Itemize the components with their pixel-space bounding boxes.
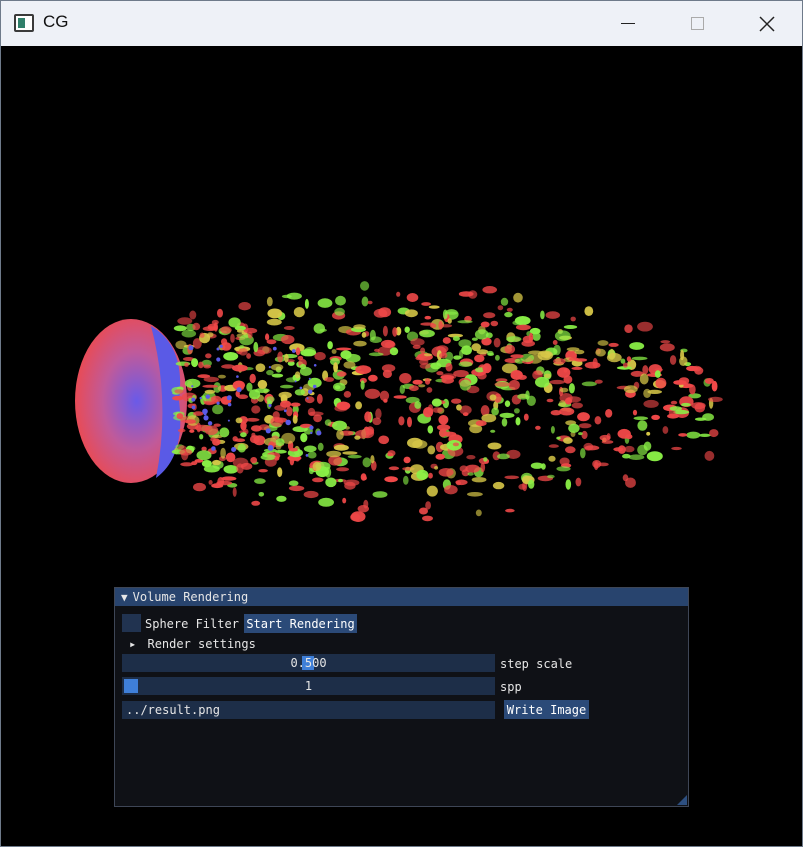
- volume-rendering-panel: ▼ Volume Rendering Sphere Filter Start R…: [114, 587, 689, 807]
- write-image-button[interactable]: Write Image: [504, 700, 589, 719]
- spp-label: spp: [500, 680, 522, 694]
- render-settings-label: Render settings: [147, 637, 256, 651]
- panel-title: Volume Rendering: [132, 590, 249, 604]
- sphere-filter-checkbox[interactable]: [122, 614, 141, 632]
- expand-arrow-icon: ▸: [129, 637, 137, 651]
- render-viewport[interactable]: ▼ Volume Rendering Sphere Filter Start R…: [1, 46, 802, 846]
- render-settings-tree-node[interactable]: ▸ Render settings: [129, 637, 256, 651]
- output-path-input[interactable]: ../result.png: [122, 701, 495, 719]
- panel-header[interactable]: ▼ Volume Rendering: [115, 588, 688, 606]
- app-window: CG ▼ Volume Rendering Sphere Filter Star…: [0, 0, 803, 847]
- spp-value: 1: [304, 679, 313, 693]
- maximize-icon: [690, 17, 704, 30]
- step-scale-value: 0.500: [290, 656, 327, 670]
- start-rendering-button[interactable]: Start Rendering: [244, 614, 357, 633]
- minimize-button[interactable]: [594, 1, 662, 46]
- app-icon: [14, 14, 34, 32]
- close-button[interactable]: [733, 1, 801, 46]
- step-scale-label: step scale: [500, 657, 573, 671]
- title-bar[interactable]: CG: [1, 1, 802, 46]
- close-icon: [759, 15, 775, 32]
- sphere-filter-label: Sphere Filter: [145, 617, 239, 631]
- minimize-icon: [621, 23, 635, 24]
- spp-slider[interactable]: 1: [122, 677, 495, 695]
- step-scale-slider[interactable]: 0.500: [122, 654, 495, 672]
- resize-grip[interactable]: [677, 795, 687, 805]
- maximize-button[interactable]: [663, 1, 731, 46]
- window-title: CG: [43, 12, 69, 31]
- collapse-arrow-icon[interactable]: ▼: [121, 591, 128, 604]
